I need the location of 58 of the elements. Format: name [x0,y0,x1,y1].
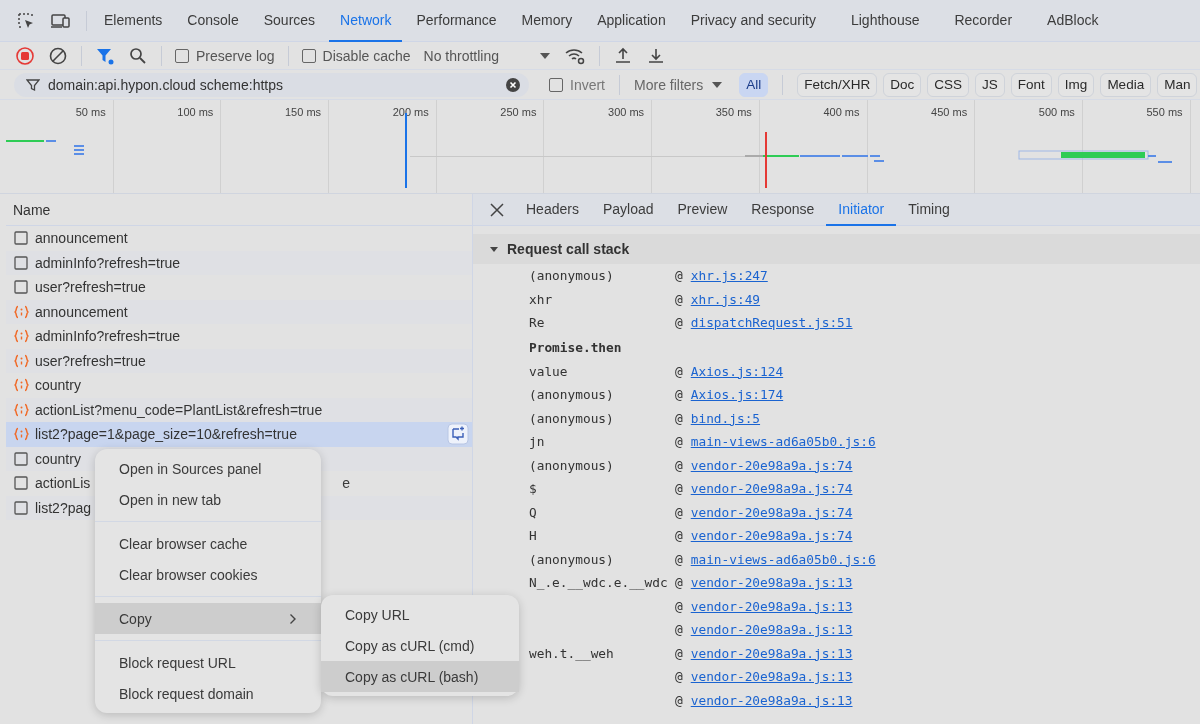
at-sign: @ [675,575,683,591]
time-tick-label: 50 ms [75,106,106,118]
at-sign: @ [675,363,683,379]
function-name: $ [529,481,537,497]
request-name: announcement [35,303,128,320]
request-name: e [342,475,351,492]
time-tick-label: 550 ms [1146,106,1183,118]
at-sign: @ [675,387,683,403]
time-tick-label: 200 ms [392,106,429,118]
function-name: (anonymous) [529,268,614,284]
at-sign: @ [675,504,683,520]
time-tick-label: 300 ms [608,106,645,118]
function-name: (anonymous) [529,457,614,473]
function-name: H [529,528,537,544]
time-tick-label: 450 ms [931,106,968,118]
column-header: Name [13,201,51,218]
at-sign: @ [675,410,683,426]
request-name: adminInfo?refresh=true [35,328,181,345]
function-name: (anonymous) [529,551,614,567]
at-sign: @ [675,669,683,685]
function-name: (anonymous) [529,387,614,403]
request-name: user?refresh=true [35,279,146,296]
request-name: adminInfo?refresh=true [35,254,181,271]
time-tick-label: 500 ms [1038,106,1075,118]
request-name: announcement [35,230,128,247]
at-sign: @ [675,291,683,307]
at-sign: @ [675,481,683,497]
at-sign: @ [675,528,683,544]
time-tick-label: 350 ms [715,106,752,118]
at-sign: @ [675,598,683,614]
async-boundary-label: Promise.then [529,339,622,355]
function-name: (anonymous) [529,410,614,426]
request-name: country [35,450,81,467]
function-name: xhr [529,291,553,307]
at-sign: @ [675,434,683,450]
at-sign: @ [675,268,683,284]
request-name: actionLis [35,475,91,492]
function-name: Q [529,504,537,520]
at-sign: @ [675,622,683,638]
at-sign: @ [675,692,683,708]
function-name: weh.t.__weh [529,645,614,661]
function-name: Re [529,315,545,331]
request-name: actionList?menu_code=PlantList&refresh=true [35,401,323,418]
at-sign: @ [675,457,683,473]
at-sign: @ [675,315,683,331]
time-tick-label: 250 ms [500,106,537,118]
at-sign: @ [675,645,683,661]
time-tick-label: 150 ms [285,106,322,118]
time-tick-label: 100 ms [177,106,214,118]
function-name: value [529,363,568,379]
function-name: N_.e.__wdc.e.__wdc [529,575,668,591]
request-name: list2?pag [35,499,92,516]
request-name: list2?page=1&page_size=10&refresh=true [35,426,297,443]
request-name: country [35,377,81,394]
at-sign: @ [675,551,683,567]
request-name: user?refresh=true [35,352,146,369]
time-tick-label: 400 ms [823,106,860,118]
function-name: jn [529,434,545,450]
